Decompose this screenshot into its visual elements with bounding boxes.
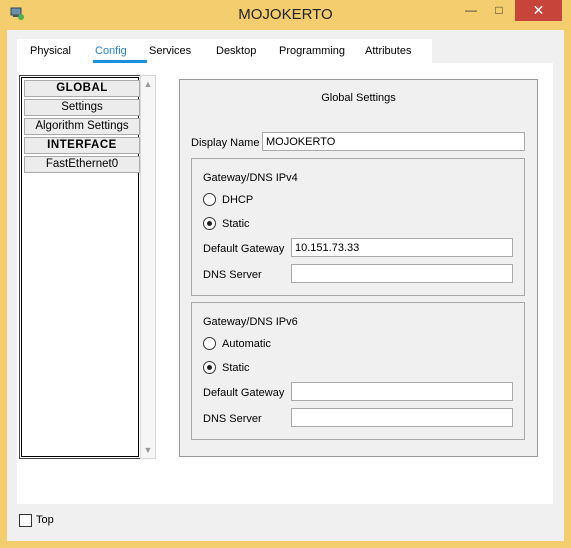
- nav-item-algorithm-settings[interactable]: Algorithm Settings: [24, 118, 140, 135]
- config-nav-list-inner: GLOBAL Settings Algorithm Settings INTER…: [21, 77, 140, 457]
- display-name-label: Display Name: [191, 137, 260, 149]
- config-nav-list: GLOBAL Settings Algorithm Settings INTER…: [19, 75, 141, 459]
- static-ipv6-radio[interactable]: [203, 361, 216, 374]
- ipv4-dns-label: DNS Server: [203, 269, 262, 281]
- title-bar[interactable]: MOJOKERTO — □ ✕: [0, 0, 571, 30]
- global-settings-box: Global Settings Display Name Gateway/DNS…: [179, 79, 538, 457]
- top-label: Top: [36, 514, 54, 526]
- tab-config[interactable]: Config: [95, 45, 127, 57]
- ipv6-group: Gateway/DNS IPv6 Automatic Static Defaul…: [191, 302, 525, 440]
- ipv4-dns-input[interactable]: [291, 264, 513, 283]
- tab-services[interactable]: Services: [149, 45, 191, 57]
- minimize-button[interactable]: —: [458, 0, 484, 21]
- nav-item-fastethernet0[interactable]: FastEthernet0: [24, 156, 140, 173]
- ipv6-dns-input[interactable]: [291, 408, 513, 427]
- ipv6-group-title: Gateway/DNS IPv6: [203, 316, 298, 328]
- ipv6-dns-label: DNS Server: [203, 413, 262, 425]
- nav-item-settings[interactable]: Settings: [24, 99, 140, 116]
- config-panel: GLOBAL Settings Algorithm Settings INTER…: [17, 63, 553, 504]
- tab-desktop[interactable]: Desktop: [216, 45, 256, 57]
- nav-scrollbar[interactable]: ▲ ▼: [140, 75, 156, 459]
- dhcp-radio[interactable]: [203, 193, 216, 206]
- automatic-label: Automatic: [222, 338, 271, 350]
- static-ipv4-label: Static: [222, 218, 250, 230]
- close-button[interactable]: ✕: [515, 0, 562, 21]
- tab-physical[interactable]: Physical: [30, 45, 71, 57]
- maximize-button[interactable]: □: [486, 0, 512, 21]
- tab-bar: Physical Config Services Desktop Program…: [17, 39, 432, 64]
- static-ipv4-radio[interactable]: [203, 217, 216, 230]
- ipv6-gateway-label: Default Gateway: [203, 387, 285, 399]
- ipv6-gateway-input[interactable]: [291, 382, 513, 401]
- dhcp-label: DHCP: [222, 194, 254, 206]
- scroll-down-icon[interactable]: ▼: [141, 443, 155, 457]
- scroll-up-icon[interactable]: ▲: [141, 77, 155, 91]
- nav-header-global: GLOBAL: [24, 80, 140, 97]
- top-checkbox[interactable]: [19, 514, 32, 527]
- window-client: Physical Config Services Desktop Program…: [7, 30, 564, 541]
- global-settings-title: Global Settings: [321, 92, 396, 104]
- tab-attributes[interactable]: Attributes: [365, 45, 411, 57]
- static-ipv6-label: Static: [222, 362, 250, 374]
- nav-header-interface: INTERFACE: [24, 137, 140, 154]
- automatic-radio[interactable]: [203, 337, 216, 350]
- tab-programming[interactable]: Programming: [279, 45, 345, 57]
- ipv4-group: Gateway/DNS IPv4 DHCP Static Default Gat…: [191, 158, 525, 296]
- ipv4-gateway-label: Default Gateway: [203, 243, 285, 255]
- ipv4-group-title: Gateway/DNS IPv4: [203, 172, 298, 184]
- display-name-input[interactable]: [262, 132, 525, 151]
- ipv4-gateway-input[interactable]: [291, 238, 513, 257]
